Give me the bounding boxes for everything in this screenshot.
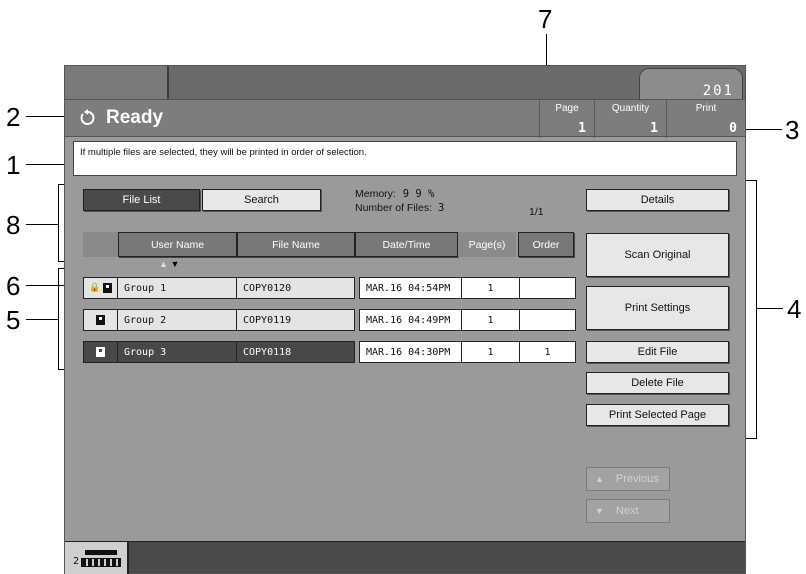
callout-1: 1 <box>6 150 21 180</box>
delete-file-button[interactable]: Delete File <box>586 372 729 394</box>
search-button[interactable]: Search <box>202 189 321 211</box>
page-counter-label: Page <box>555 103 579 114</box>
scan-original-button[interactable]: Scan Original <box>586 233 729 277</box>
quantity-counter-value: 1 <box>650 121 658 136</box>
row-pages: 1 <box>462 309 520 331</box>
row-date-time: MAR.16 04:49PM <box>359 309 462 331</box>
status-text: Ready <box>106 107 164 128</box>
bracket-5 <box>58 268 59 370</box>
message-box: If multiple files are selected, they wil… <box>73 141 737 176</box>
column-header-spacer <box>83 232 118 257</box>
callout-8: 8 <box>6 210 21 240</box>
row-order: 1 <box>520 341 576 363</box>
top-left-slot <box>65 66 169 99</box>
quantity-counter-label: Quantity <box>611 103 650 114</box>
column-header-file-name[interactable]: File Name <box>237 232 355 257</box>
previous-button[interactable]: ▲ Previous <box>586 467 670 491</box>
edit-file-button[interactable]: Edit File <box>586 341 729 363</box>
pagination: 1/1 <box>529 206 544 218</box>
column-header-date-time[interactable]: Date/Time <box>355 232 458 257</box>
triangle-down-icon: ▼ <box>595 506 604 516</box>
rotate-ccw-icon <box>80 109 95 125</box>
column-header-pages: Page(s) <box>458 232 516 257</box>
row-pages: 1 <box>462 277 520 299</box>
bracket-4 <box>756 180 757 439</box>
files-info: Number of Files: 3 <box>355 202 444 215</box>
document-icon <box>96 347 105 357</box>
callout-7: 7 <box>538 4 553 34</box>
counter-tab-value: 201 <box>702 83 734 99</box>
print-counter: Print 0 <box>666 100 745 138</box>
row-order <box>520 309 576 331</box>
memory-value: 9 9 % <box>402 188 435 200</box>
row-file-name: COPY0118 <box>237 341 355 363</box>
previous-label: Previous <box>615 473 659 485</box>
device-screen: 201 Ready Page 1 Quantity 1 Print 0 If m… <box>64 65 746 574</box>
triangle-up-icon: ▲ <box>595 474 604 484</box>
next-button[interactable]: ▼ Next <box>586 499 670 523</box>
callout-4: 4 <box>787 294 802 324</box>
row-icon-cell <box>83 309 118 331</box>
row-user-name: Group 1 <box>118 277 237 299</box>
status-bar: Ready Page 1 Quantity 1 Print 0 <box>65 99 745 138</box>
lock-icon: 🔒 <box>89 283 101 293</box>
details-button[interactable]: Details <box>586 189 729 211</box>
callout-2: 2 <box>6 102 21 132</box>
column-header-order[interactable]: Order <box>518 232 574 257</box>
row-date-time: MAR.16 04:54PM <box>359 277 462 299</box>
memory-info: Memory: 9 9 % <box>355 188 434 201</box>
battery-digit: 2 <box>73 556 80 567</box>
callout-3: 3 <box>785 115 800 145</box>
sort-indicator: ▲ ▼ <box>159 259 179 269</box>
bottom-bar: 2 <box>65 541 745 574</box>
callout-5: 5 <box>6 305 21 335</box>
document-icon <box>96 315 105 325</box>
file-list-button[interactable]: File List <box>83 189 200 211</box>
row-user-name: Group 3 <box>118 341 237 363</box>
document-icon <box>102 283 112 293</box>
page-counter-value: 1 <box>578 121 586 136</box>
callout-8-line <box>26 224 58 225</box>
page-counter: Page 1 <box>539 100 594 138</box>
battery-cap <box>85 550 117 555</box>
row-file-name: COPY0120 <box>237 277 355 299</box>
memory-battery-indicator: 2 <box>65 542 129 574</box>
row-icon-cell <box>83 341 118 363</box>
files-label: Number of Files: <box>355 202 433 214</box>
sort-desc-icon: ▼ <box>170 259 180 269</box>
next-label: Next <box>615 505 639 517</box>
row-pages: 1 <box>462 341 520 363</box>
memory-label: Memory: <box>355 188 396 200</box>
print-counter-label: Print <box>695 103 717 114</box>
memory-battery-icon <box>81 558 121 567</box>
callout-6: 6 <box>6 271 21 301</box>
column-header-user-name[interactable]: User Name <box>118 232 237 257</box>
callout-4-line <box>757 308 783 309</box>
row-date-time: MAR.16 04:30PM <box>359 341 462 363</box>
sort-asc-icon: ▲ <box>159 259 168 269</box>
print-selected-page-button[interactable]: Print Selected Page <box>586 404 729 426</box>
message-text: If multiple files are selected, they wil… <box>80 147 367 158</box>
quantity-counter: Quantity 1 <box>594 100 666 138</box>
row-order <box>520 277 576 299</box>
bracket-8 <box>58 184 59 262</box>
row-file-name: COPY0119 <box>237 309 355 331</box>
counter-tab: 201 <box>639 68 743 103</box>
row-user-name: Group 2 <box>118 309 237 331</box>
callout-5-line <box>26 319 58 320</box>
print-counter-value: 0 <box>729 121 737 136</box>
print-settings-button[interactable]: Print Settings <box>586 286 729 330</box>
row-icon-cell: 🔒 <box>83 277 118 299</box>
files-value: 3 <box>437 202 445 214</box>
